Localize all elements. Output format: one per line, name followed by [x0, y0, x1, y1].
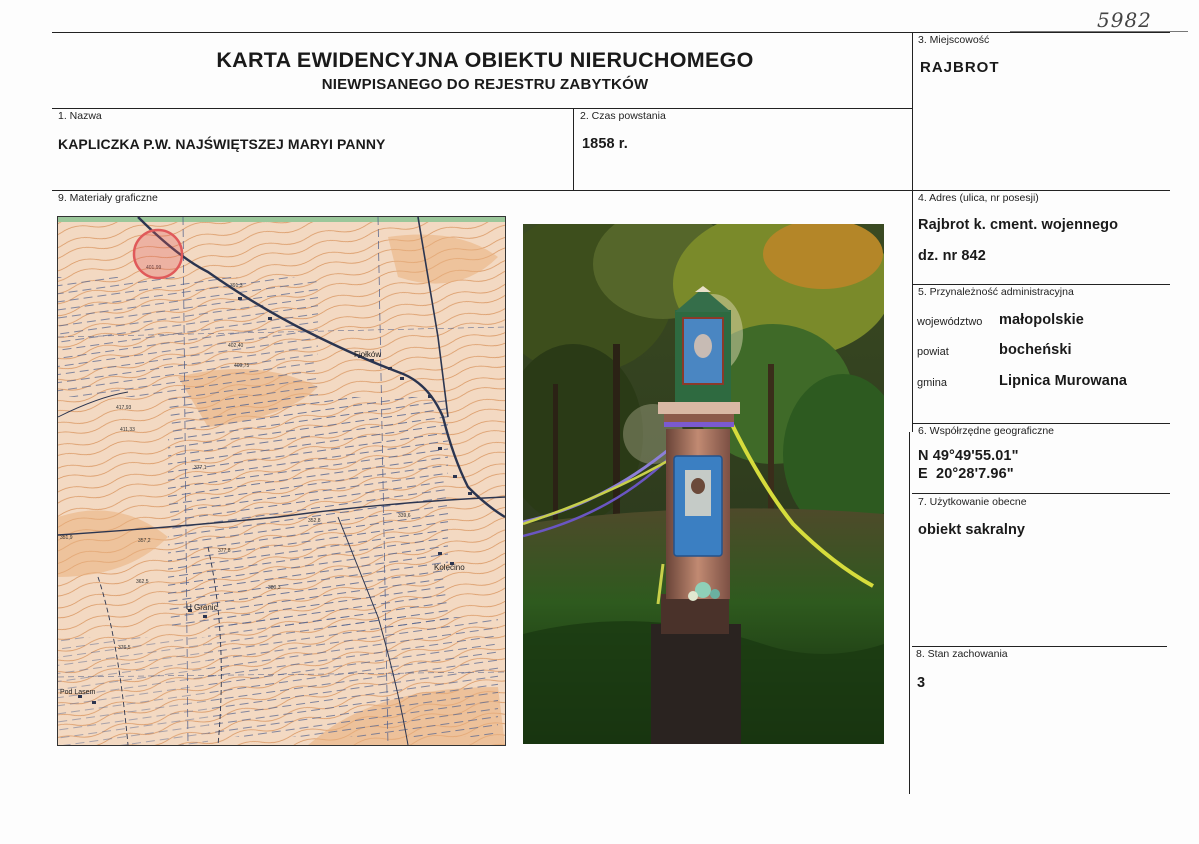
map-elevation-label: 377,1 [194, 465, 207, 471]
field-value-date: 1858 r. [582, 136, 628, 152]
label-commune: gmina [917, 377, 947, 389]
field-value-usage: obiekt sakralny [918, 522, 1026, 538]
map-elevation-label: 380,3 [268, 585, 281, 591]
map-graphic: Fiołków U Granic Kolecino Pod Lasem 401,… [58, 217, 505, 745]
field-label-address: 4. Adres (ulica, nr posesji) [918, 192, 1039, 204]
map-place-label: U Granic [186, 603, 218, 612]
divider-name-date [573, 108, 574, 190]
map-elevation-label: 376,5 [118, 645, 131, 651]
right-column-divider [912, 32, 913, 432]
field-value-condition: 3 [917, 675, 926, 691]
map-elevation-label: 352,8 [308, 518, 321, 524]
rule-addr-admin [912, 284, 1170, 285]
map-elevation-label: 357,2 [138, 538, 151, 544]
label-county: powiat [917, 346, 949, 358]
rule-use-state [912, 646, 1167, 647]
value-voivodeship: małopolskie [999, 312, 1084, 328]
field-label-date: 2. Czas powstania [580, 110, 666, 122]
rule-under-name [52, 190, 1170, 191]
field-label-admin: 5. Przynależność administracyjna [918, 286, 1074, 298]
top-rule [52, 32, 1170, 33]
right-column-divider-lower [909, 432, 910, 794]
shrine-photo [523, 224, 884, 744]
map-place-label: Fiołków [354, 350, 381, 359]
field-value-name: KAPLICZKA P.W. NAJŚWIĘTSZEJ MARYI PANNY [58, 136, 386, 152]
field-value-address: Rajbrot k. cment. wojennego [918, 217, 1119, 233]
map-place-label: Kolecino [434, 563, 465, 572]
field-label-locality: 3. Miejscowość [918, 34, 990, 46]
map-elevation-label: 362,5 [136, 579, 149, 585]
map-elevation-label: 409,75 [234, 363, 250, 369]
value-commune: Lipnica Murowana [999, 373, 1128, 389]
field-label-usage: 7. Użytkowanie obecne [918, 496, 1027, 508]
field-label-name: 1. Nazwa [58, 110, 102, 122]
field-label-coordinates: 6. Współrzędne geograficzne [918, 425, 1054, 437]
map-place-label: Pod Lasem [60, 689, 96, 696]
map-elevation-label: 339,6 [398, 513, 411, 519]
map-elevation-label: 391,3 [230, 283, 243, 289]
map-elevation-label: 402,40 [228, 343, 244, 349]
document-number: 5982 [1097, 8, 1152, 32]
map-elevation-label: 377,8 [218, 548, 231, 554]
location-marker [132, 228, 184, 280]
topographic-map: Fiołków U Granic Kolecino Pod Lasem 401,… [57, 216, 506, 746]
label-voivodeship: województwo [917, 316, 983, 328]
map-elevation-label: 417,93 [116, 405, 132, 411]
field-label-graphics: 9. Materiały graficzne [58, 192, 158, 204]
page-title: KARTA EWIDENCYJNA OBIEKTU NIERUCHOMEGO [216, 48, 754, 72]
rule-coords-use [912, 493, 1170, 494]
field-value-longitude: E 20°28'7.96" [918, 466, 1014, 482]
rule-admin-coords [912, 423, 1170, 424]
field-label-condition: 8. Stan zachowania [916, 648, 1008, 660]
map-elevation-label: 411,33 [120, 427, 135, 433]
field-value-latitude: N 49°49'55.01" [918, 448, 1019, 464]
map-elevation-label: 351,9 [60, 535, 73, 541]
field-value-parcel: dz. nr 842 [918, 248, 986, 264]
rule-under-title [52, 108, 912, 109]
value-county: bocheński [999, 342, 1072, 358]
field-value-locality: RAJBROT [920, 59, 1000, 76]
photo-graphic [523, 224, 884, 744]
page-subtitle: NIEWPISANEGO DO REJESTRU ZABYTKÓW [321, 76, 649, 93]
